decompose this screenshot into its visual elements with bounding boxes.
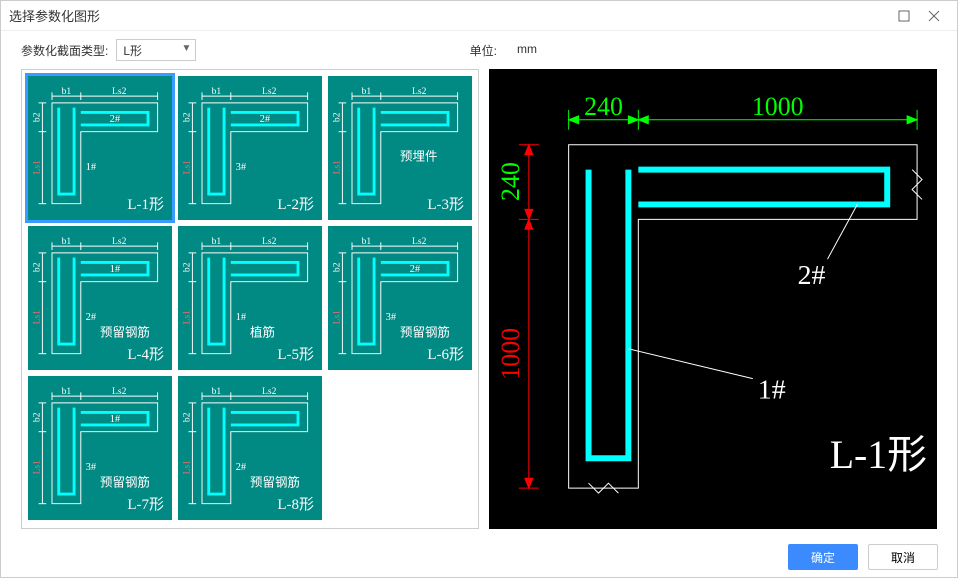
- thumb-name: L-5形: [277, 343, 314, 364]
- svg-text:Ls2: Ls2: [412, 86, 427, 97]
- chevron-down-icon: ▼: [181, 43, 191, 54]
- thumb-L-6形[interactable]: b1 Ls2 b2 Ls1 2# 3# 预留钢筋 L-6形: [328, 226, 472, 370]
- thumb-L-4形[interactable]: b1 Ls2 b2 Ls1 1# 2# 预留钢筋 L-4形: [28, 226, 172, 370]
- svg-text:Ls2: Ls2: [112, 386, 127, 397]
- svg-text:2#: 2#: [86, 312, 97, 323]
- svg-text:b1: b1: [62, 86, 72, 97]
- unit-value: mm: [517, 42, 537, 59]
- maximize-button[interactable]: [889, 1, 919, 31]
- svg-text:3#: 3#: [386, 312, 397, 323]
- thumb-name: L-2形: [277, 193, 314, 214]
- svg-text:2#: 2#: [236, 462, 247, 473]
- svg-text:Ls1: Ls1: [32, 160, 43, 175]
- type-select-value: L形: [123, 44, 142, 58]
- svg-text:2#: 2#: [410, 264, 421, 275]
- svg-text:植筋: 植筋: [250, 324, 275, 339]
- thumb-name: L-4形: [127, 343, 164, 364]
- svg-text:1#: 1#: [110, 264, 121, 275]
- svg-text:Ls1: Ls1: [32, 460, 43, 475]
- svg-text:预留钢筋: 预留钢筋: [100, 324, 150, 339]
- svg-text:b1: b1: [362, 236, 372, 247]
- svg-text:Ls2: Ls2: [262, 236, 277, 247]
- svg-text:b2: b2: [182, 262, 193, 272]
- svg-text:Ls2: Ls2: [112, 86, 127, 97]
- svg-text:预埋件: 预埋件: [400, 149, 437, 163]
- svg-text:预留钢筋: 预留钢筋: [400, 324, 450, 339]
- ok-button[interactable]: 确定: [788, 544, 858, 570]
- dim-top-1: 240: [584, 92, 623, 121]
- svg-text:b1: b1: [212, 236, 222, 247]
- thumb-name: L-6形: [427, 343, 464, 364]
- dim-top-2: 1000: [752, 92, 804, 121]
- dim-left-2: 1000: [496, 328, 525, 380]
- cancel-button[interactable]: 取消: [868, 544, 938, 570]
- svg-text:b2: b2: [182, 412, 193, 422]
- svg-text:预留钢筋: 预留钢筋: [100, 474, 150, 489]
- thumb-L-3形[interactable]: b1 Ls2 b2 Ls1 预埋件 L-3形: [328, 76, 472, 220]
- svg-text:预留钢筋: 预留钢筋: [250, 474, 300, 489]
- svg-text:b1: b1: [212, 386, 222, 397]
- window-title: 选择参数化图形: [9, 6, 889, 25]
- svg-text:3#: 3#: [86, 462, 97, 473]
- preview-name: L-1形: [830, 433, 927, 477]
- svg-text:b1: b1: [62, 236, 72, 247]
- thumb-L-8形[interactable]: b1 Ls2 b2 Ls1 2# 预留钢筋 L-8形: [178, 376, 322, 520]
- shape-gallery: b1 Ls2 b2 Ls1 2# 1# L-1形 b1 Ls2 b2 Ls1 2…: [21, 69, 479, 529]
- svg-text:Ls1: Ls1: [32, 310, 43, 325]
- svg-text:b2: b2: [32, 262, 43, 272]
- svg-text:Ls1: Ls1: [182, 460, 193, 475]
- thumb-name: L-1形: [127, 193, 164, 214]
- svg-text:1#: 1#: [236, 312, 247, 323]
- svg-text:b1: b1: [212, 86, 222, 97]
- svg-text:b2: b2: [182, 112, 193, 122]
- close-button[interactable]: [919, 1, 949, 31]
- svg-text:Ls1: Ls1: [332, 160, 343, 175]
- thumb-name: L-8形: [277, 493, 314, 514]
- svg-text:b2: b2: [32, 112, 43, 122]
- svg-text:Ls2: Ls2: [112, 236, 127, 247]
- svg-text:b1: b1: [62, 386, 72, 397]
- svg-text:Ls2: Ls2: [262, 86, 277, 97]
- thumb-name: L-3形: [427, 193, 464, 214]
- svg-text:1#: 1#: [86, 162, 97, 173]
- svg-text:Ls1: Ls1: [182, 160, 193, 175]
- svg-text:2#: 2#: [260, 114, 271, 125]
- svg-text:Ls1: Ls1: [332, 310, 343, 325]
- svg-text:2#: 2#: [110, 114, 121, 125]
- svg-text:b2: b2: [332, 112, 343, 122]
- dim-left-1: 240: [496, 162, 525, 201]
- svg-text:3#: 3#: [236, 162, 247, 173]
- preview-label-1: 1#: [758, 375, 786, 406]
- svg-text:b2: b2: [32, 412, 43, 422]
- svg-text:b1: b1: [362, 86, 372, 97]
- unit-label: 单位:: [470, 42, 497, 59]
- thumb-L-7形[interactable]: b1 Ls2 b2 Ls1 1# 3# 预留钢筋 L-7形: [28, 376, 172, 520]
- preview-label-2: 2#: [798, 260, 826, 291]
- svg-text:1#: 1#: [110, 414, 121, 425]
- svg-text:Ls2: Ls2: [412, 236, 427, 247]
- type-select[interactable]: L形 ▼: [116, 39, 196, 61]
- svg-text:b2: b2: [332, 262, 343, 272]
- type-label: 参数化截面类型:: [21, 42, 108, 59]
- thumb-L-5形[interactable]: b1 Ls2 b2 Ls1 1# 植筋 L-5形: [178, 226, 322, 370]
- svg-text:Ls1: Ls1: [182, 310, 193, 325]
- thumb-L-1形[interactable]: b1 Ls2 b2 Ls1 2# 1# L-1形: [28, 76, 172, 220]
- thumb-name: L-7形: [127, 493, 164, 514]
- svg-text:Ls2: Ls2: [262, 386, 277, 397]
- thumb-L-2形[interactable]: b1 Ls2 b2 Ls1 2# 3# L-2形: [178, 76, 322, 220]
- preview-pane: 240 1000 240 1000: [489, 69, 937, 529]
